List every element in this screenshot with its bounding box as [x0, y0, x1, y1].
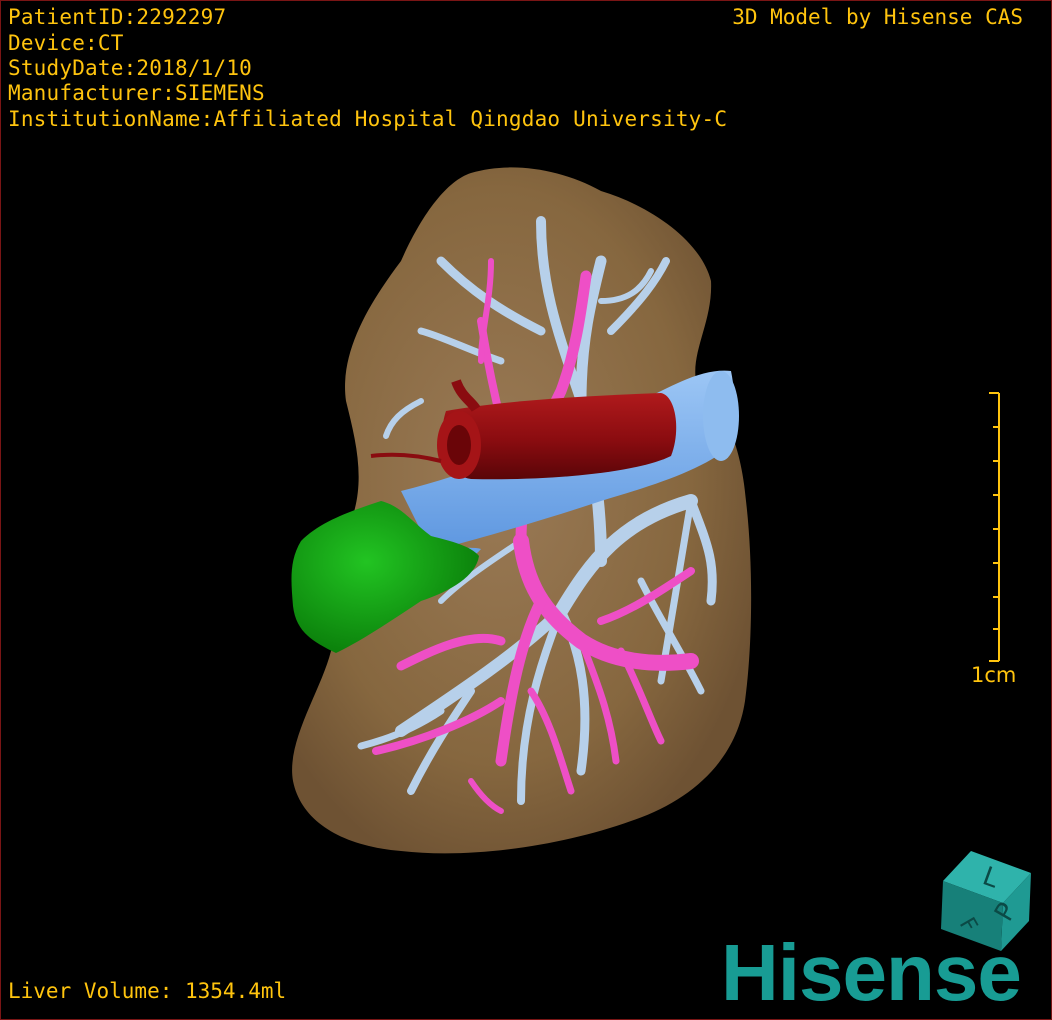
model-credit-text: 3D Model by Hisense CAS: [732, 5, 1023, 29]
viewer-3d[interactable]: PatientID:2292297 Device:CT StudyDate:20…: [0, 0, 1052, 1020]
hisense-logo: Hisense: [721, 928, 1022, 1017]
liver-3d-model[interactable]: [1, 1, 1051, 1019]
scale-bar: [989, 392, 1000, 662]
liver-volume-text: Liver Volume: 1354.4ml: [8, 979, 287, 1003]
device-text: Device:CT: [8, 31, 124, 55]
study-date-text: StudyDate:2018/1/10: [8, 56, 253, 80]
manufacturer-text: Manufacturer:SIEMENS: [8, 81, 265, 105]
scale-bar-label: 1cm: [971, 663, 1017, 687]
patient-id-text: PatientID:2292297: [8, 5, 227, 29]
institution-text: InstitutionName:Affiliated Hospital Qing…: [8, 107, 728, 131]
